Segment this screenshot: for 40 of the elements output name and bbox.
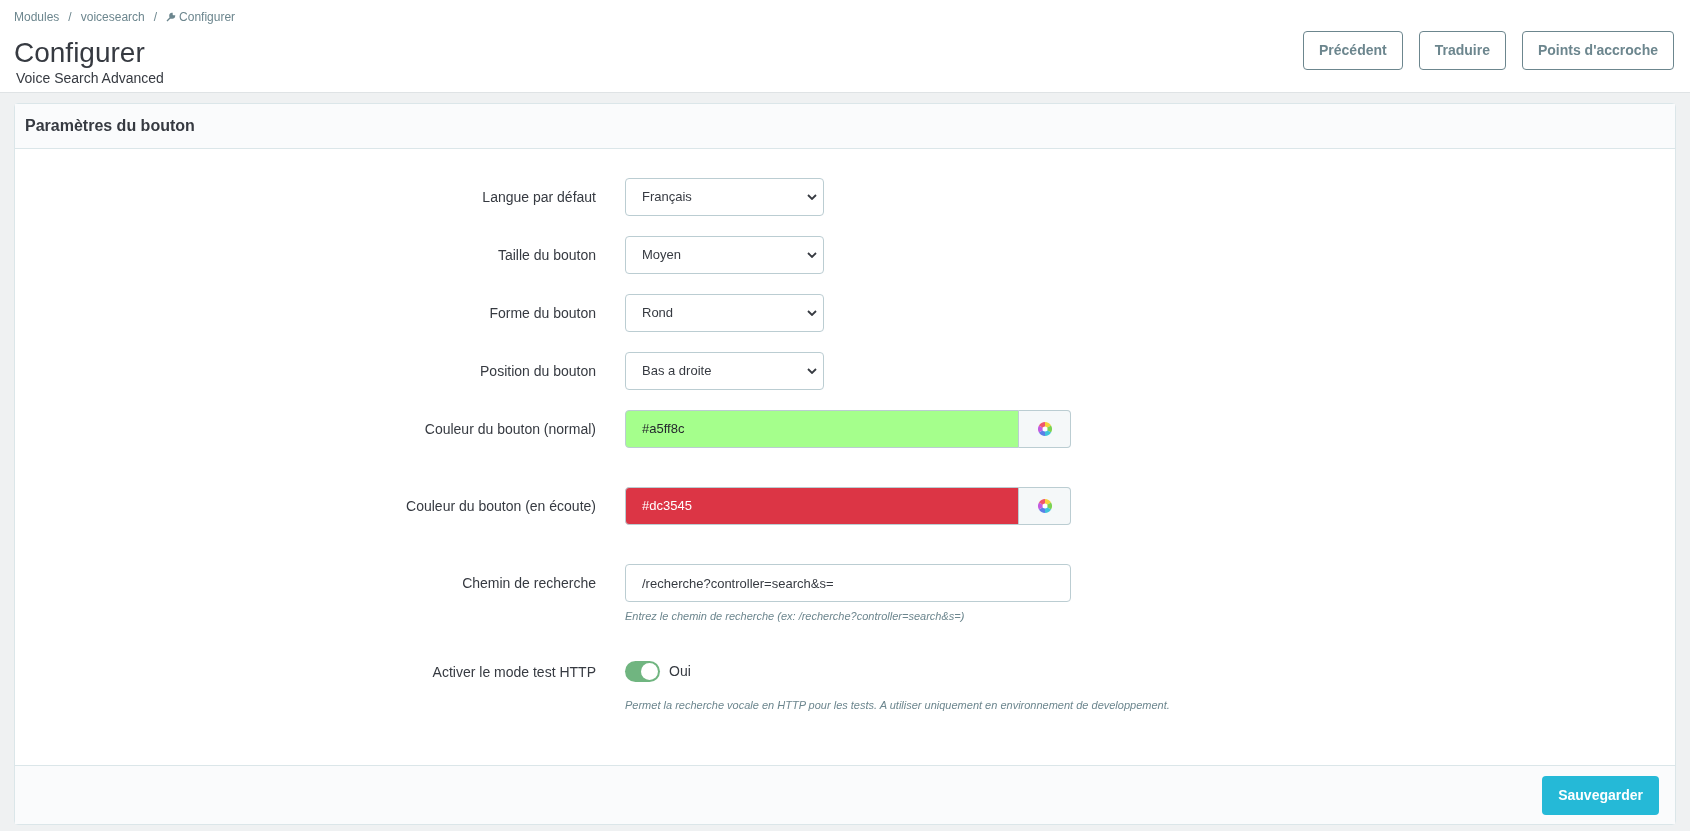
panel-title: Paramètres du bouton bbox=[25, 116, 195, 136]
chevron-down-icon bbox=[807, 368, 817, 374]
dropdown[interactable]: Moyen bbox=[625, 236, 824, 274]
field-label: Chemin de recherche bbox=[462, 575, 596, 591]
field-label: Couleur du bouton (en écoute) bbox=[406, 498, 596, 514]
help-text: Permet la recherche vocale en HTTP pour les tests. A utiliser uniquement en environnement de developpement. bbox=[625, 697, 1170, 713]
color-input[interactable]: #a5ff8c bbox=[625, 410, 1019, 448]
field-label: Position du bouton bbox=[480, 363, 596, 379]
dropdown[interactable]: Rond bbox=[625, 294, 824, 332]
help-text: Entrez le chemin de recherche (ex: /recherche?controller=search&s=) bbox=[625, 609, 966, 624]
dropdown[interactable]: Français bbox=[625, 178, 824, 216]
color-picker-button[interactable] bbox=[1019, 487, 1071, 525]
chevron-down-icon bbox=[807, 310, 817, 316]
breadcrumb-link[interactable]: voicesearch bbox=[80, 8, 145, 26]
chevron-down-icon bbox=[807, 194, 817, 200]
breadcrumb-link[interactable]: Modules bbox=[14, 8, 60, 26]
toolbar-button[interactable]: Précédent bbox=[1303, 31, 1403, 70]
field-label: Couleur du bouton (normal) bbox=[424, 421, 596, 437]
toggle-switch[interactable] bbox=[625, 661, 660, 682]
toolbar-button[interactable]: Traduire bbox=[1418, 31, 1506, 70]
text-input[interactable]: /recherche?controller=search&s= bbox=[625, 564, 1071, 602]
breadcrumb-separator: / bbox=[68, 9, 72, 26]
page-title: Configurer bbox=[14, 36, 146, 70]
color-wheel-icon bbox=[1036, 498, 1053, 514]
field-label: Activer le mode test HTTP bbox=[432, 663, 596, 680]
save-button[interactable]: Sauvegarder bbox=[1542, 775, 1659, 815]
breadcrumb-separator: / bbox=[153, 9, 158, 26]
color-input[interactable]: #dc3545 bbox=[625, 487, 1019, 525]
chevron-down-icon bbox=[807, 252, 817, 258]
toolbar-button[interactable]: Points d'accroche bbox=[1521, 31, 1674, 70]
field-label: Taille du bouton bbox=[497, 247, 596, 263]
color-picker-button[interactable] bbox=[1019, 410, 1071, 448]
field-label: Langue par défaut bbox=[482, 189, 596, 205]
color-wheel-icon bbox=[1036, 421, 1053, 437]
field-label: Forme du bouton bbox=[489, 305, 596, 321]
dropdown[interactable]: Bas a droite bbox=[625, 352, 824, 390]
toggle-label: Oui bbox=[669, 662, 691, 681]
page-subtitle: Voice Search Advanced bbox=[16, 70, 165, 86]
wrench-icon bbox=[166, 12, 177, 22]
breadcrumb-current: Configurer bbox=[179, 9, 236, 26]
